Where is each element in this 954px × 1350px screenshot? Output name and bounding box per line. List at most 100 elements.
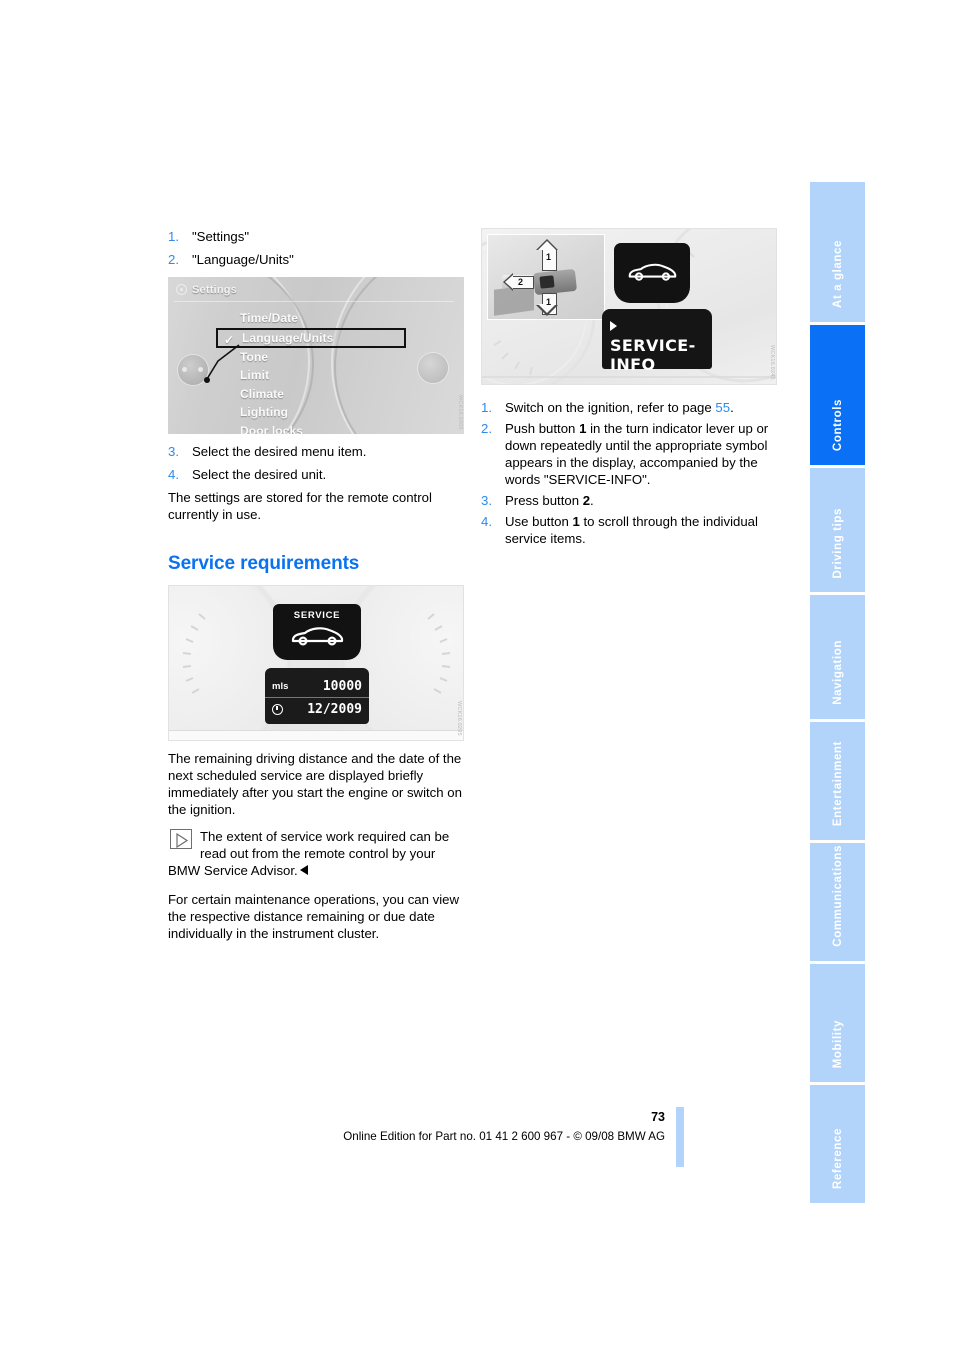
service-indicator-badge: SERVICE [273, 604, 361, 660]
page-number: 73 [651, 1110, 665, 1124]
sidebar-item-label: Mobility [831, 1019, 844, 1068]
section-tab-sidebar: At a glance Controls Driving tips Naviga… [810, 182, 865, 1203]
sidebar-item-entertainment[interactable]: Entertainment [810, 722, 865, 840]
sidebar-item-label: At a glance [831, 240, 844, 308]
list-item: 3. Press button 2. [481, 492, 777, 509]
note-text: The extent of service work required can … [168, 829, 450, 878]
paragraph-maintenance: For certain maintenance operations, you … [168, 892, 460, 941]
step-number: 1. [481, 400, 492, 415]
callout-1-down: 1 [546, 297, 552, 307]
steps-list-top: 1. "Settings" 2. "Language/Units" [168, 228, 464, 268]
footer-imprint: Online Edition for Part no. 01 41 2 600 … [343, 1130, 665, 1143]
list-item: 3. Select the desired menu item. [168, 443, 464, 460]
page-title: Service requirements [168, 553, 360, 574]
sidebar-item-reference[interactable]: Reference [810, 1085, 865, 1203]
distance-row: mls 10000 [265, 676, 369, 698]
step-text: Select the desired menu item. [192, 444, 367, 459]
page-reference[interactable]: 55 [715, 400, 730, 415]
left-column: 1. "Settings" 2. "Language/Units" Settin… [168, 228, 464, 942]
menu-item-lighting: Lighting [240, 405, 289, 419]
cluster-base-strip [169, 730, 463, 740]
play-triangle-icon [170, 829, 192, 849]
idrive-screen-title: Settings [192, 284, 237, 296]
step-text: "Language/Units" [192, 252, 294, 267]
service-info-text-box: SERVICE- INFO [602, 309, 712, 374]
idrive-menu-list: Time/Date ✓ Language/Units Tone Limit Cl… [216, 309, 406, 435]
service-info-line-2: INFO [610, 355, 656, 374]
sidebar-item-driving-tips[interactable]: Driving tips [810, 468, 865, 592]
sidebar-item-label: Navigation [831, 640, 844, 705]
figure-code: WCK16.0205 [456, 701, 462, 736]
button-reference: 2 [582, 493, 591, 508]
step-text: Push button 1 in the turn indicator leve… [505, 421, 769, 487]
step-text: Use button 1 to scroll through the indiv… [505, 514, 758, 546]
menu-item-time-date: Time/Date [240, 311, 299, 325]
clock-icon [272, 703, 283, 715]
sidebar-item-controls[interactable]: Controls [810, 325, 865, 465]
figure-code: WCK16.0245 [769, 345, 775, 380]
callout-2: 2 [518, 277, 524, 287]
list-item: 1. "Settings" [168, 228, 464, 245]
list-item: 4. Use button 1 to scroll through the in… [481, 513, 777, 547]
lever-switch [539, 275, 555, 289]
button-reference: 1 [572, 514, 580, 529]
right-column: 1 1 2 SERVICE- INFO WCK16.0245 1. Switch… [481, 228, 777, 551]
service-data-display: mls 10000 12/2009 [265, 668, 369, 724]
leader-line [204, 344, 240, 383]
sidebar-item-label: Driving tips [831, 507, 844, 578]
sidebar-item-label: Controls [831, 398, 844, 451]
figure-code: WCK16.0305 [457, 395, 463, 430]
service-symbol-box [614, 243, 690, 303]
note-block: The extent of service work required can … [168, 828, 464, 879]
divider [174, 301, 454, 302]
figure-instrument-cluster-service: SERVICE mls 10000 12/2009 WCK16.0205 [168, 585, 464, 741]
arrow-up-head-fill [537, 241, 556, 250]
sidebar-item-mobility[interactable]: Mobility [810, 964, 865, 1082]
step-number: 2. [168, 252, 179, 267]
knob-dot [182, 367, 187, 372]
list-item: 4. Select the desired unit. [168, 466, 464, 483]
distance-value: 10000 [322, 679, 362, 694]
paragraph-service-display: The remaining driving distance and the d… [168, 751, 462, 817]
service-date: 12/2009 [307, 701, 362, 717]
step-number: 3. [481, 493, 492, 508]
footer-accent-bar [676, 1107, 684, 1167]
menu-item-climate: Climate [240, 386, 285, 401]
sidebar-item-label: Entertainment [831, 740, 844, 826]
menu-item-language-units: ✓ Language/Units [216, 327, 406, 348]
service-info-line-1: SERVICE- [610, 317, 706, 355]
step-number: 2. [481, 421, 492, 436]
sidebar-item-navigation[interactable]: Navigation [810, 595, 865, 719]
list-item: 2. "Language/Units" [168, 251, 464, 268]
step-text: Switch on the ignition, refer to page 55… [505, 400, 734, 415]
step-number: 4. [481, 514, 492, 529]
paragraph-settings-stored: The settings are stored for the remote c… [168, 490, 432, 522]
turn-indicator-lever-inset: 1 1 2 [487, 234, 605, 320]
menu-item-door-locks: Door locks [240, 423, 304, 435]
figure-service-info-display: 1 1 2 SERVICE- INFO WCK16.0245 [481, 228, 777, 385]
sidebar-item-at-a-glance[interactable]: At a glance [810, 182, 865, 322]
step-number: 1. [168, 229, 179, 244]
step-text: Press button 2. [505, 493, 594, 508]
step-text: "Settings" [192, 229, 250, 244]
menu-item-label: Language/Units [242, 330, 334, 345]
sidebar-item-label: Reference [831, 1127, 844, 1189]
step-number: 3. [168, 444, 179, 459]
date-row: 12/2009 [265, 698, 369, 720]
gear-icon [176, 284, 187, 295]
manual-page: 1. "Settings" 2. "Language/Units" Settin… [0, 0, 954, 1350]
service-label: SERVICE [293, 610, 341, 621]
figure-idrive-settings-menu: Settings Time/Date ✓ Language/Units Tone… [168, 277, 464, 434]
sidebar-item-label: Communications [831, 845, 844, 947]
car-icon [626, 260, 678, 287]
idrive-knob-right [418, 353, 448, 383]
step-text: Select the desired unit. [192, 467, 327, 482]
list-item: 2. Push button 1 in the turn indicator l… [481, 420, 777, 488]
steps-list-service-info: 1. Switch on the ignition, refer to page… [481, 399, 777, 547]
car-icon [273, 624, 361, 651]
play-triangle-icon [610, 321, 617, 331]
distance-unit: mls [272, 681, 289, 692]
sidebar-item-communications[interactable]: Communications [810, 843, 865, 961]
callout-1-up: 1 [546, 252, 552, 262]
steps-list-bottom: 3. Select the desired menu item. 4. Sele… [168, 443, 464, 483]
